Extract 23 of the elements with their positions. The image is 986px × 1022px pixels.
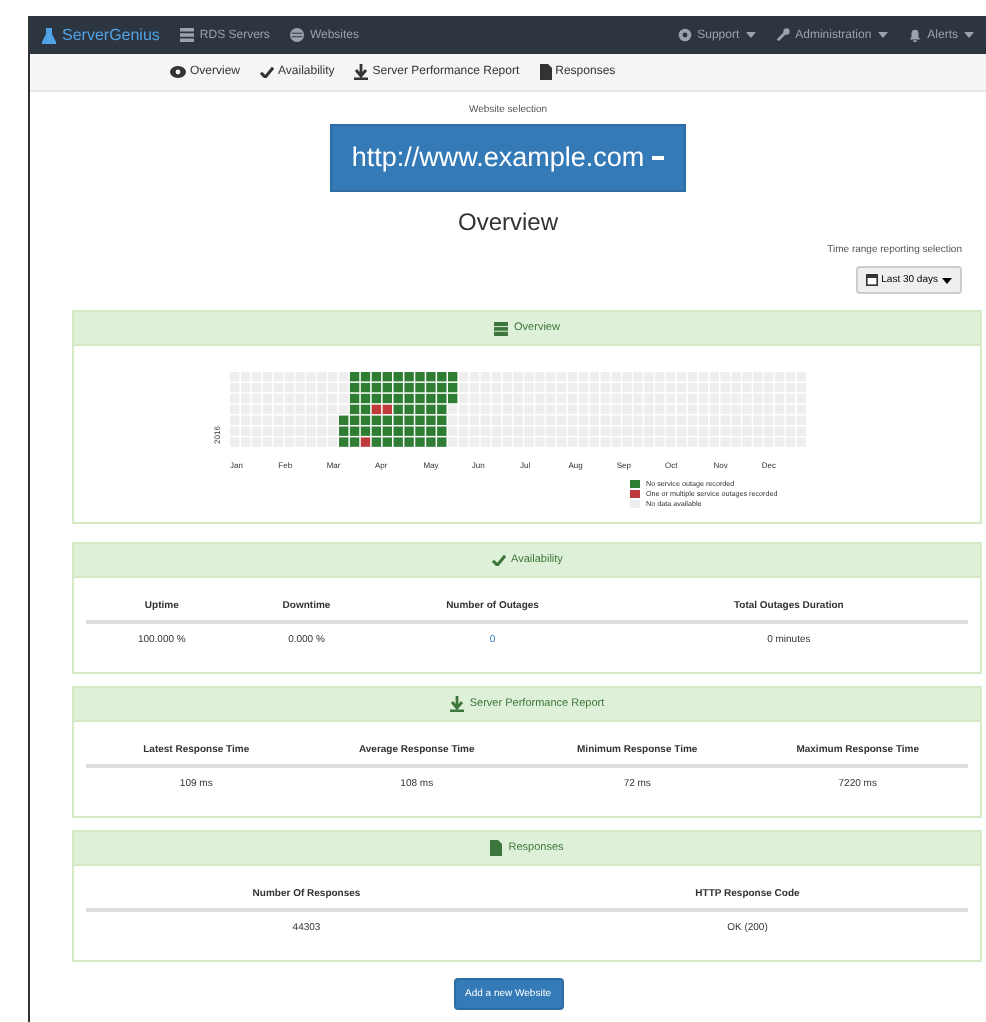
flask-icon — [42, 27, 56, 43]
calendar-icon — [865, 274, 878, 286]
grid-icon — [494, 321, 509, 335]
check-icon — [491, 554, 506, 566]
page-heading: Overview — [457, 208, 558, 236]
globe-icon — [289, 28, 304, 42]
caret-icon — [745, 32, 756, 38]
settings-icon — [677, 28, 692, 42]
download-icon — [354, 64, 369, 80]
website-dropdown[interactable]: http://www.example.com — [330, 124, 686, 192]
check-icon — [260, 66, 275, 78]
bell-icon — [907, 28, 922, 42]
file-icon — [490, 840, 503, 856]
wrench-icon — [775, 28, 790, 42]
caret-icon — [877, 32, 888, 38]
file-icon — [539, 64, 552, 80]
caret-icon — [652, 155, 665, 159]
server-icon — [179, 28, 194, 42]
caret-icon — [942, 277, 952, 283]
brand-link[interactable]: ServerGenius — [62, 26, 160, 44]
eye-icon — [170, 66, 186, 78]
download-icon — [449, 696, 464, 712]
caret-icon — [964, 32, 974, 38]
